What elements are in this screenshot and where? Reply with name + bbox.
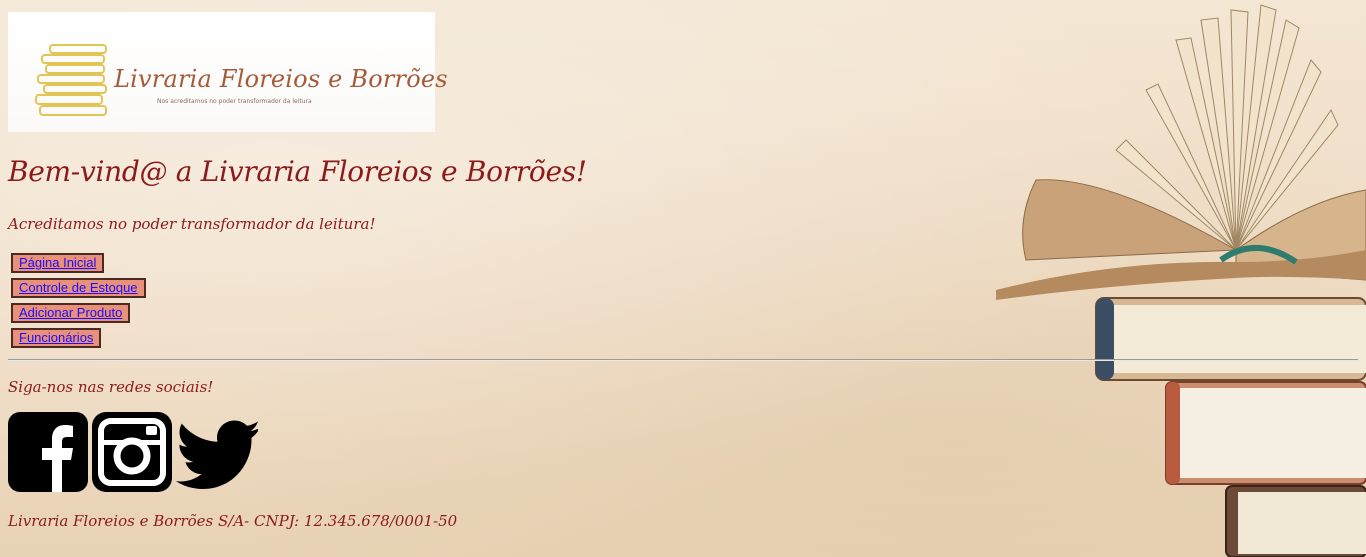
facebook-icon[interactable]	[8, 412, 88, 492]
logo-tagline: Nos acreditamos no poder transformador d…	[157, 98, 312, 105]
books-background-illustration	[996, 4, 1366, 557]
bookstore-logo: Livraria Floreios e Borrões Nos acredita…	[8, 12, 448, 132]
instagram-icon[interactable]	[92, 412, 172, 492]
page-subtitle: Acreditamos no poder transformador da le…	[8, 215, 376, 233]
footer-company-info: Livraria Floreios e Borrões S/A- CNPJ: 1…	[8, 512, 458, 530]
nav-stock-control-button[interactable]: Controle de Estoque	[11, 278, 146, 298]
logo-title: Livraria Floreios e Borrões	[114, 65, 448, 93]
page-title: Bem-vind@ a Livraria Floreios e Borrões!	[8, 155, 587, 188]
book-stack-logo-icon	[35, 44, 107, 116]
nav-employees-button[interactable]: Funcionários	[11, 328, 102, 348]
twitter-icon[interactable]	[176, 412, 258, 492]
section-divider	[8, 359, 1358, 361]
nav-add-product-button[interactable]: Adicionar Produto	[11, 303, 131, 323]
social-heading: Siga-nos nas redes sociais!	[8, 378, 214, 396]
main-navigation: Página Inicial Controle de Estoque Adici…	[11, 253, 146, 353]
nav-home-button[interactable]: Página Inicial	[11, 253, 105, 273]
